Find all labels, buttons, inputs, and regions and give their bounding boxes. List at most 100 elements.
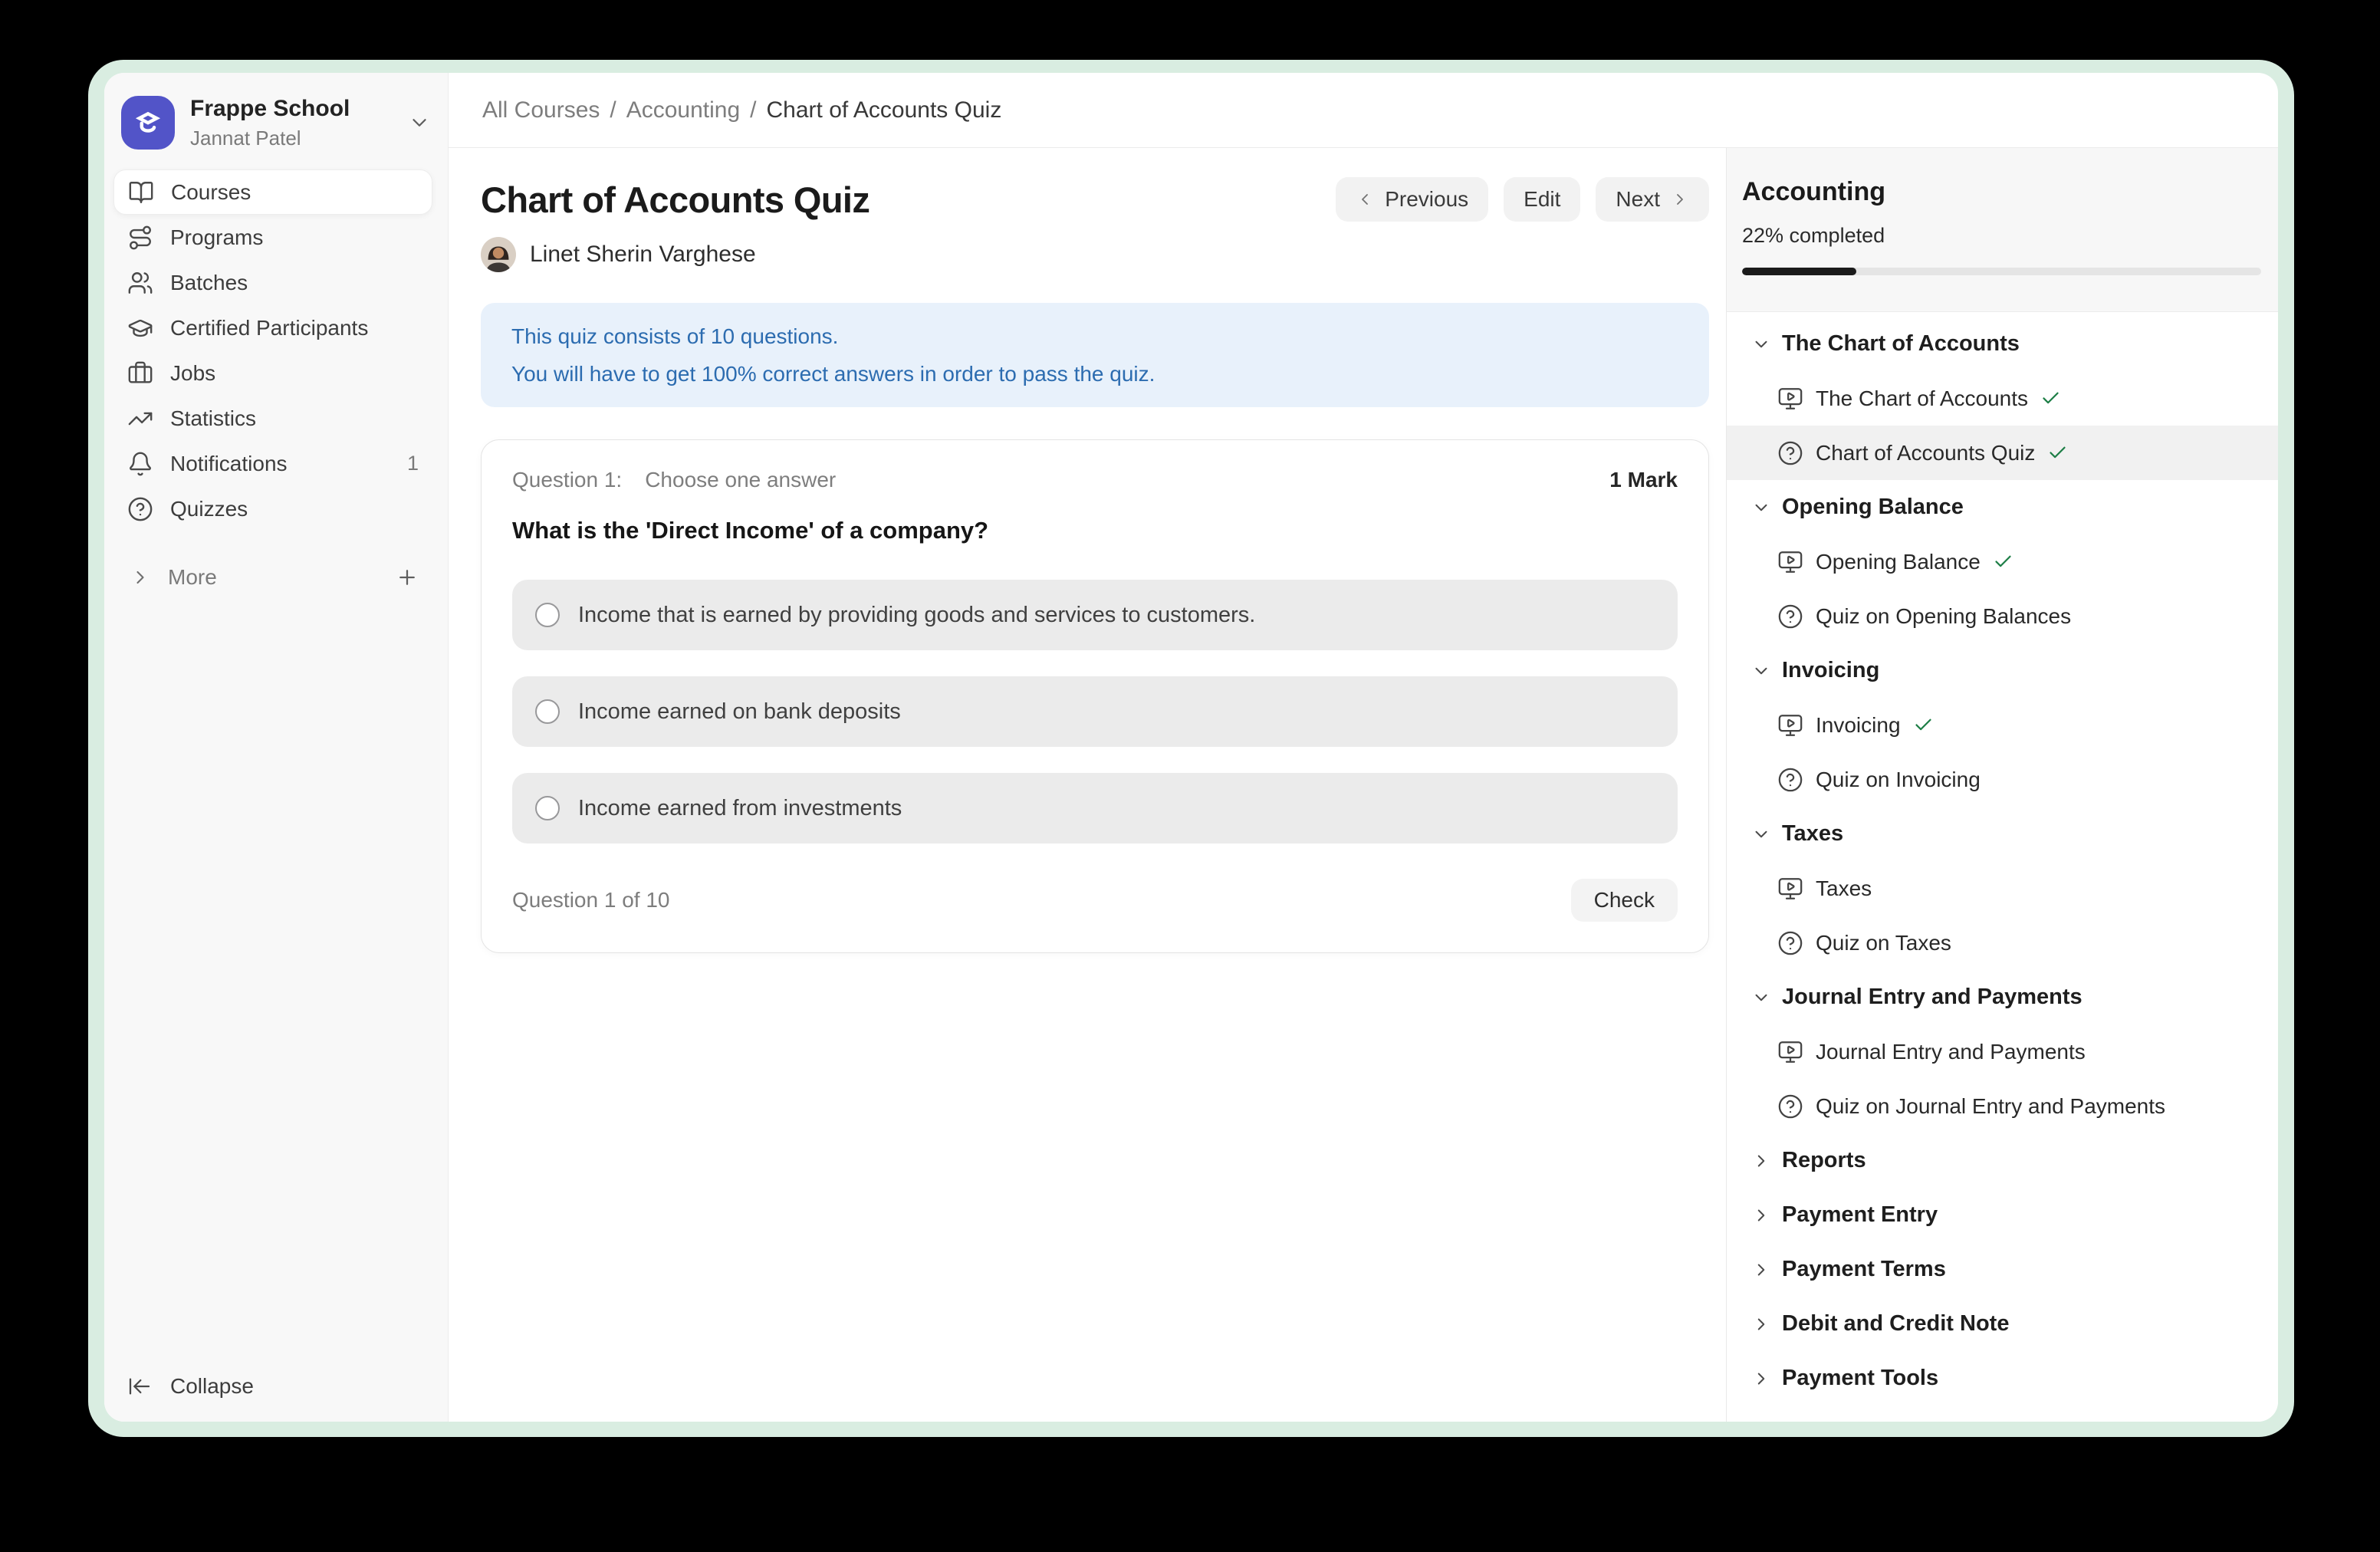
chevron-down-icon — [1751, 334, 1771, 354]
sidebar-item-batches[interactable]: Batches — [113, 260, 432, 305]
course-completed-text: 22% completed — [1742, 224, 2261, 248]
outline-chapter-taxes[interactable]: Taxes — [1727, 807, 2278, 861]
outline-lesson-quiz-on-invoicing[interactable]: Quiz on Invoicing — [1727, 752, 2278, 807]
author-name: Linet Sherin Varghese — [530, 242, 756, 268]
radio-button[interactable] — [535, 603, 560, 627]
edit-label: Edit — [1524, 187, 1560, 212]
outline-chapter-payment-terms[interactable]: Payment Terms — [1727, 1242, 2278, 1297]
chevron-right-icon — [1751, 1369, 1771, 1389]
workspace-switcher[interactable]: Frappe School Jannat Patel — [104, 73, 448, 169]
chevron-down-icon — [1751, 988, 1771, 1008]
lesson-title: Opening Balance — [1816, 550, 1981, 574]
edit-button[interactable]: Edit — [1504, 177, 1580, 222]
progress-bar-fill — [1742, 268, 1856, 275]
outline-lesson-quiz-on-journal-entry-and-payments[interactable]: Quiz on Journal Entry and Payments — [1727, 1079, 2278, 1133]
radio-button[interactable] — [535, 699, 560, 724]
sidebar-item-label: Programs — [170, 225, 263, 250]
author-avatar — [481, 237, 516, 272]
course-outline-panel: Accounting 22% completed The Chart of Ac… — [1726, 148, 2278, 1422]
user-name: Jannat Patel — [190, 127, 393, 150]
breadcrumb-accounting[interactable]: Accounting — [626, 97, 740, 123]
previous-label: Previous — [1385, 187, 1468, 212]
outline-chapter-opening-balance[interactable]: Opening Balance — [1727, 480, 2278, 534]
answer-option-2[interactable]: Income earned on bank deposits — [512, 676, 1678, 747]
answer-option-3[interactable]: Income earned from investments — [512, 773, 1678, 843]
trending-up-icon — [127, 406, 153, 432]
sidebar-item-courses[interactable]: Courses — [113, 169, 432, 215]
answer-option-1[interactable]: Income that is earned by providing goods… — [512, 580, 1678, 650]
lesson-title: Chart of Accounts Quiz — [1816, 441, 2035, 465]
question-instruction: Choose one answer — [645, 468, 836, 492]
sidebar-item-more[interactable]: More — [113, 554, 432, 600]
sidebar-item-label: Notifications — [170, 452, 288, 476]
outline-lesson-invoicing[interactable]: Invoicing — [1727, 698, 2278, 752]
question-progress: Question 1 of 10 — [512, 888, 669, 912]
check-icon — [2040, 388, 2061, 409]
course-outline: The Chart of Accounts The Chart of Accou… — [1727, 312, 2278, 1422]
outline-lesson-journal-entry-and-payments[interactable]: Journal Entry and Payments — [1727, 1024, 2278, 1079]
sidebar-item-label: Courses — [171, 180, 251, 205]
outline-chapter-journal-entry-and-payments[interactable]: Journal Entry and Payments — [1727, 970, 2278, 1024]
outline-lesson-taxes[interactable]: Taxes — [1727, 861, 2278, 916]
course-progress-header: Accounting 22% completed — [1727, 148, 2278, 312]
chapter-title: Reports — [1782, 1148, 1866, 1173]
window-frame: Frappe School Jannat Patel Courses Progr… — [88, 60, 2294, 1437]
outline-chapter-payment-entry[interactable]: Payment Entry — [1727, 1188, 2278, 1242]
bell-icon — [127, 451, 153, 477]
question-marks: 1 Mark — [1609, 468, 1678, 492]
sidebar-more-label: More — [168, 565, 217, 590]
option-label: Income earned from investments — [578, 796, 902, 821]
radio-button[interactable] — [535, 796, 560, 820]
outline-lesson-quiz-on-opening-balances[interactable]: Quiz on Opening Balances — [1727, 589, 2278, 643]
outline-chapter-invoicing[interactable]: Invoicing — [1727, 643, 2278, 698]
lesson-title: The Chart of Accounts — [1816, 386, 2028, 411]
breadcrumb: All Courses / Accounting / Chart of Acco… — [449, 73, 2278, 148]
breadcrumb-all-courses[interactable]: All Courses — [482, 97, 600, 123]
check-icon — [1993, 551, 2013, 572]
plus-icon[interactable] — [396, 566, 419, 589]
question-number-label: Question 1: — [512, 468, 622, 492]
lesson-title: Quiz on Journal Entry and Payments — [1816, 1094, 2165, 1119]
outline-lesson-quiz-on-taxes[interactable]: Quiz on Taxes — [1727, 916, 2278, 970]
graduation-cap-icon — [127, 315, 153, 341]
outline-lesson-opening-balance[interactable]: Opening Balance — [1727, 534, 2278, 589]
chapter-title: Invoicing — [1782, 658, 1879, 683]
lesson-title: Quiz on Taxes — [1816, 931, 1951, 955]
monitor-play-icon — [1777, 712, 1803, 738]
breadcrumb-current: Chart of Accounts Quiz — [767, 97, 1002, 123]
chevron-right-icon — [1751, 1205, 1771, 1225]
chapter-title: Payment Tools — [1782, 1366, 1938, 1391]
sidebar-item-jobs[interactable]: Jobs — [113, 350, 432, 396]
sidebar-item-notifications[interactable]: Notifications 1 — [113, 441, 432, 486]
main-region: All Courses / Accounting / Chart of Acco… — [449, 73, 2278, 1422]
outline-chapter-debit-and-credit-note[interactable]: Debit and Credit Note — [1727, 1297, 2278, 1351]
monitor-play-icon — [1777, 549, 1803, 575]
outline-chapter-reports[interactable]: Reports — [1727, 1133, 2278, 1188]
chapter-title: Taxes — [1782, 821, 1843, 847]
help-circle-icon — [1777, 767, 1803, 793]
check-button[interactable]: Check — [1571, 879, 1678, 922]
sidebar-item-label: Certified Participants — [170, 316, 368, 340]
lesson-title: Quiz on Opening Balances — [1816, 604, 2071, 629]
sidebar-collapse-button[interactable]: Collapse — [104, 1351, 448, 1422]
chevron-left-icon — [1356, 190, 1374, 209]
next-button[interactable]: Next — [1596, 177, 1709, 222]
chapter-title: The Chart of Accounts — [1782, 331, 2020, 357]
sidebar-item-quizzes[interactable]: Quizzes — [113, 486, 432, 531]
outline-chapter-the-chart-of-accounts[interactable]: The Chart of Accounts — [1727, 317, 2278, 371]
page-header: Chart of Accounts Quiz Previous Edit Nex… — [481, 177, 1709, 222]
sidebar: Frappe School Jannat Patel Courses Progr… — [104, 73, 449, 1422]
frappe-school-logo — [121, 96, 175, 150]
outline-lesson-chart-of-accounts-quiz[interactable]: Chart of Accounts Quiz — [1727, 426, 2278, 480]
help-circle-icon — [1777, 930, 1803, 956]
chevron-right-icon — [1671, 190, 1689, 209]
content-row: Chart of Accounts Quiz Previous Edit Nex… — [449, 148, 2278, 1422]
outline-chapter-payment-tools[interactable]: Payment Tools — [1727, 1351, 2278, 1406]
monitor-play-icon — [1777, 876, 1803, 902]
previous-button[interactable]: Previous — [1336, 177, 1488, 222]
help-circle-icon — [127, 496, 153, 522]
sidebar-item-statistics[interactable]: Statistics — [113, 396, 432, 441]
sidebar-item-certified-participants[interactable]: Certified Participants — [113, 305, 432, 350]
outline-lesson-the-chart-of-accounts[interactable]: The Chart of Accounts — [1727, 371, 2278, 426]
sidebar-item-programs[interactable]: Programs — [113, 215, 432, 260]
